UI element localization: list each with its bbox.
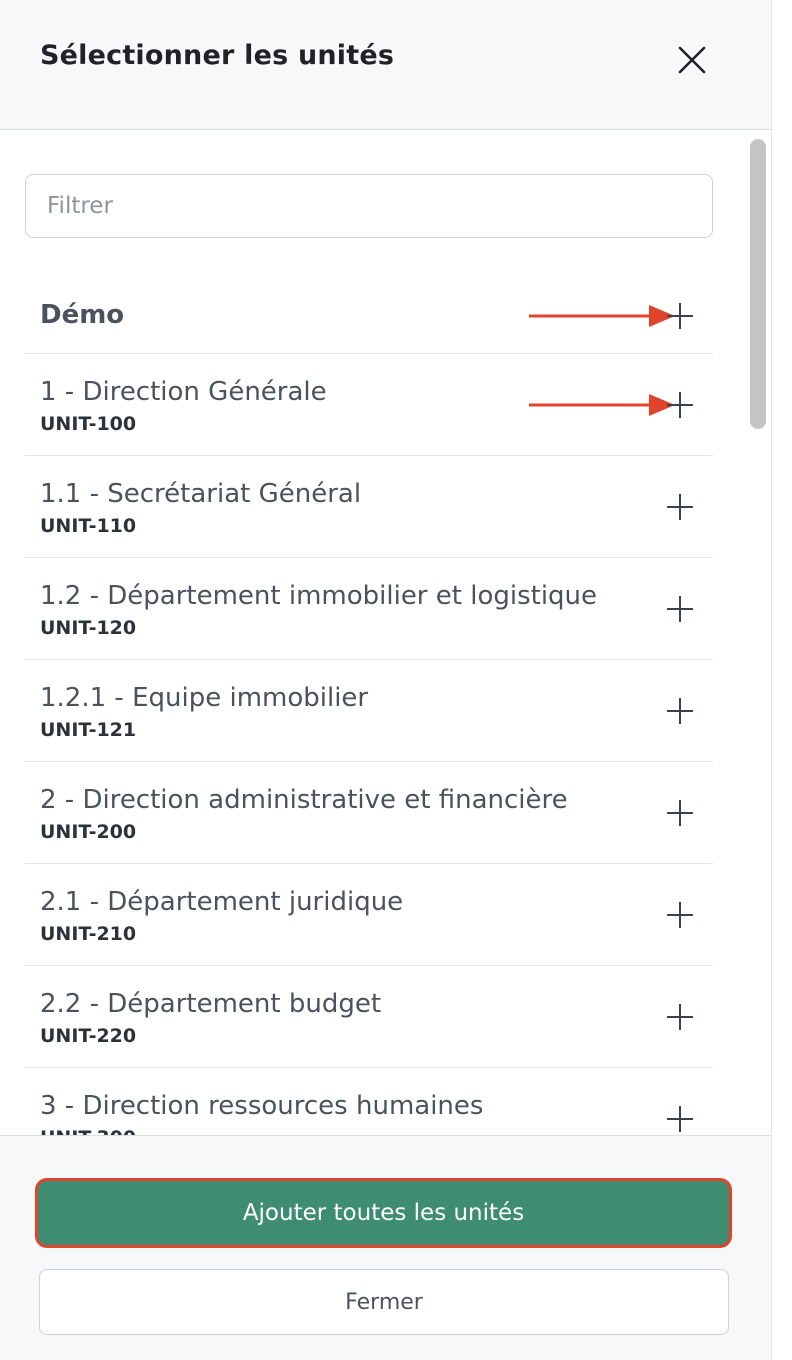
list-item[interactable]: 2.1 - Département juridique UNIT-210 — [24, 864, 713, 966]
add-unit-plus-icon[interactable] — [662, 489, 698, 525]
add-unit-plus-icon[interactable] — [662, 591, 698, 627]
unit-code: UNIT-121 — [40, 719, 137, 741]
unit-label: 1 - Direction Générale — [40, 377, 327, 407]
unit-code: UNIT-210 — [40, 923, 137, 945]
group-label: Démo — [40, 300, 125, 330]
unit-code: UNIT-200 — [40, 821, 137, 843]
list-item[interactable]: 3 - Direction ressources humaines UNIT-3… — [24, 1068, 713, 1135]
list-item[interactable]: 1.1 - Secrétariat Général UNIT-110 — [24, 456, 713, 558]
unit-label: 1.2 - Département immobilier et logistiq… — [40, 581, 598, 611]
dialog-header: Sélectionner les unités — [0, 0, 771, 130]
group-row: Démo — [24, 252, 713, 354]
add-unit-plus-icon[interactable] — [662, 999, 698, 1035]
add-all-units-button[interactable]: Ajouter toutes les unités — [35, 1178, 732, 1248]
unit-label: 2.1 - Département juridique — [40, 887, 404, 917]
add-unit-plus-icon[interactable] — [662, 693, 698, 729]
add-unit-plus-icon[interactable] — [662, 387, 698, 423]
unit-code: UNIT-100 — [40, 413, 137, 435]
close-icon[interactable] — [670, 38, 714, 82]
list-item[interactable]: 1.2.1 - Equipe immobilier UNIT-121 — [24, 660, 713, 762]
list-item[interactable]: 1.2 - Département immobilier et logistiq… — [24, 558, 713, 660]
unit-list-area: Démo 1 - Direction Générale UNIT-100 — [0, 131, 771, 1135]
red-arrow-icon — [529, 394, 675, 416]
dialog-title: Sélectionner les unités — [40, 40, 395, 71]
unit-label: 2.2 - Département budget — [40, 989, 382, 1019]
unit-label: 3 - Direction ressources humaines — [40, 1091, 484, 1121]
unit-code: UNIT-220 — [40, 1025, 137, 1047]
unit-label: 2 - Direction administrative et financiè… — [40, 785, 568, 815]
unit-code: UNIT-120 — [40, 617, 137, 639]
unit-label: 1.2.1 - Equipe immobilier — [40, 683, 369, 713]
add-group-plus-icon[interactable] — [662, 298, 698, 334]
unit-code: UNIT-300 — [40, 1127, 136, 1135]
red-arrow-icon — [529, 305, 675, 327]
scrollbar-thumb[interactable] — [750, 139, 766, 429]
unit-selection-dialog: Sélectionner les unités Démo 1 - Directi… — [0, 0, 772, 1360]
list-item[interactable]: 2.2 - Département budget UNIT-220 — [24, 966, 713, 1068]
unit-label: 1.1 - Secrétariat Général — [40, 479, 362, 509]
list-item[interactable]: 2 - Direction administrative et financiè… — [24, 762, 713, 864]
list-item[interactable]: 1 - Direction Générale UNIT-100 — [24, 354, 713, 456]
dialog-footer: Ajouter toutes les unités Fermer — [0, 1135, 771, 1360]
unit-code: UNIT-110 — [40, 515, 137, 537]
close-button[interactable]: Fermer — [39, 1269, 729, 1335]
add-unit-plus-icon[interactable] — [662, 897, 698, 933]
filter-input[interactable] — [25, 174, 713, 238]
add-unit-plus-icon[interactable] — [662, 1101, 698, 1135]
add-unit-plus-icon[interactable] — [662, 795, 698, 831]
